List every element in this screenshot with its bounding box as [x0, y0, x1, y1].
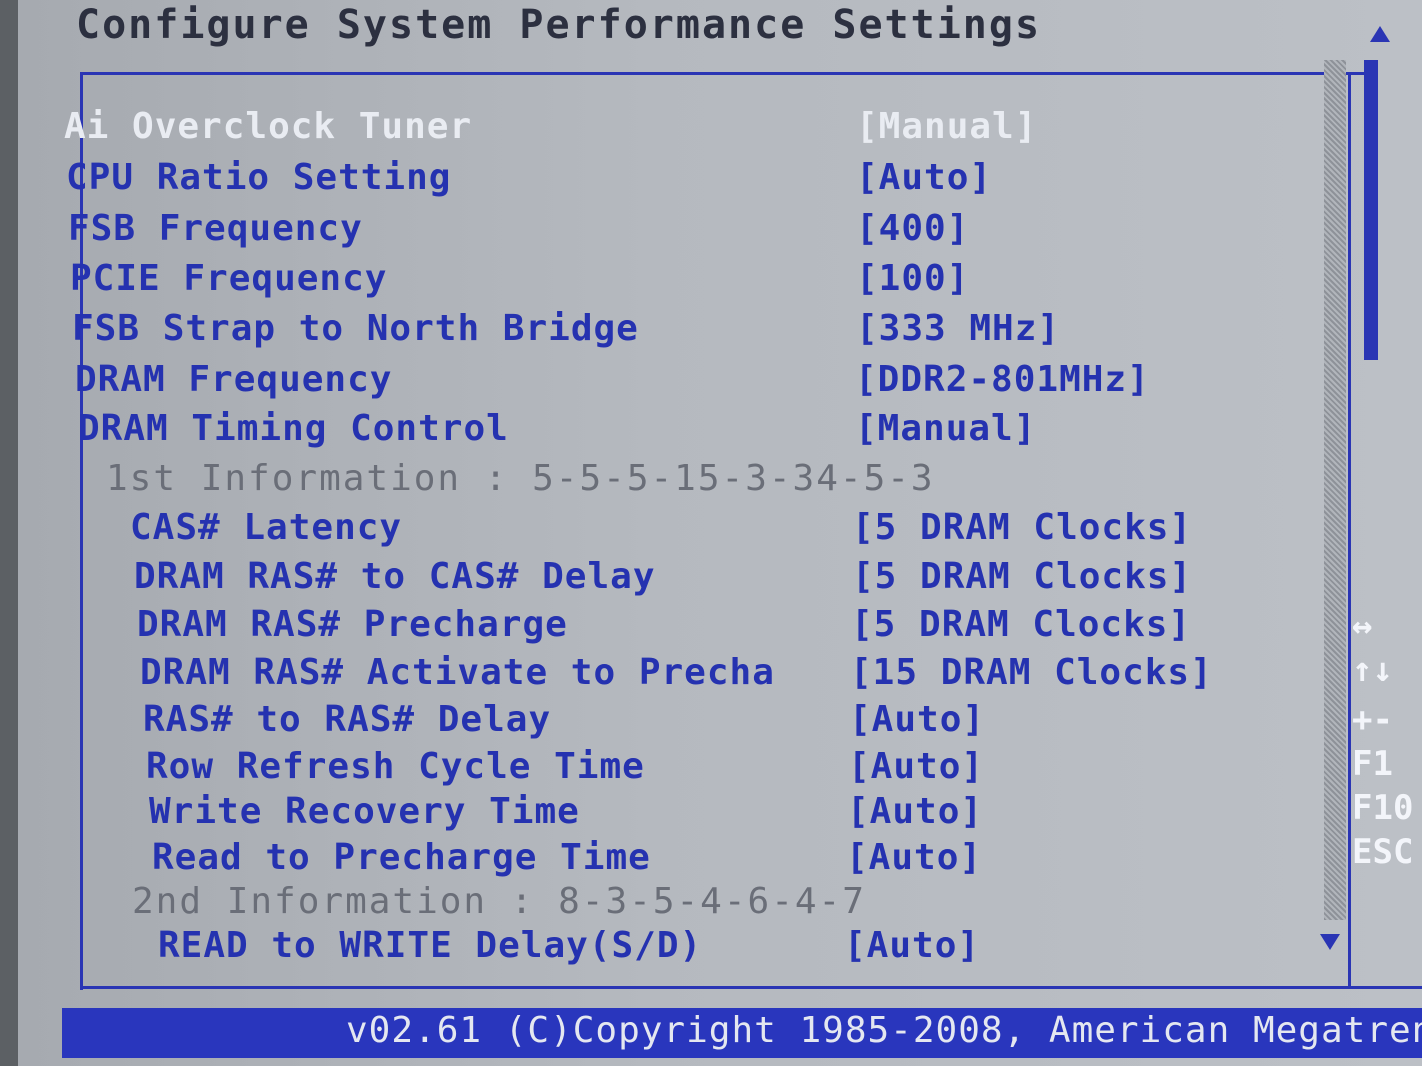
setting-label: DRAM Frequency — [75, 359, 393, 400]
scrollbar-thumb[interactable] — [1364, 60, 1378, 360]
setting-value[interactable]: [100] — [856, 258, 969, 299]
setting-value[interactable]: [Auto] — [846, 837, 982, 878]
setting-row-cpu-ratio[interactable]: CPU Ratio Setting [Auto] — [66, 157, 991, 198]
setting-label: DRAM RAS# Activate to Precha — [140, 652, 775, 693]
setting-row-ai-overclock-tuner[interactable]: Ai Overclock Tuner [Manual] — [64, 106, 1036, 147]
setting-row-ras-to-ras-delay[interactable]: RAS# to RAS# Delay [Auto] — [143, 699, 984, 740]
setting-value[interactable]: [Manual] — [856, 106, 1037, 147]
key-up-down-icon: ↑↓ — [1352, 650, 1393, 690]
scroll-up-arrow-icon[interactable] — [1370, 26, 1390, 42]
setting-row-ras-activate-to-precharge[interactable]: DRAM RAS# Activate to Precha [15 DRAM Cl… — [140, 652, 1212, 693]
key-f10: F10 — [1352, 788, 1414, 828]
setting-row-row-refresh-cycle[interactable]: Row Refresh Cycle Time [Auto] — [146, 746, 983, 787]
title-divider — [80, 72, 1370, 75]
setting-row-cas-latency[interactable]: CAS# Latency [5 DRAM Clocks] — [130, 507, 1191, 548]
panel-bottom-border — [80, 986, 1422, 989]
info-row-second: 2nd Information : 8-3-5-4-6-4-7 — [132, 881, 866, 922]
setting-label: DRAM RAS# to CAS# Delay — [134, 556, 656, 597]
key-left-right-icon: ↔ — [1352, 606, 1373, 646]
setting-value[interactable]: [Auto] — [848, 746, 984, 787]
setting-label: FSB Strap to North Bridge — [72, 308, 639, 349]
setting-row-dram-timing-control[interactable]: DRAM Timing Control [Manual] — [78, 408, 1035, 449]
setting-value[interactable]: [333 MHz] — [856, 308, 1060, 349]
info-row-first: 1st Information : 5-5-5-15-3-34-5-3 — [106, 458, 935, 499]
setting-row-pcie-frequency[interactable]: PCIE Frequency [100] — [70, 258, 968, 299]
setting-value[interactable]: [Auto] — [856, 157, 992, 198]
setting-label: FSB Frequency — [68, 208, 363, 249]
setting-row-ras-precharge[interactable]: DRAM RAS# Precharge [5 DRAM Clocks] — [137, 604, 1190, 645]
setting-value[interactable]: [Auto] — [849, 699, 985, 740]
setting-label: DRAM RAS# Precharge — [137, 604, 568, 645]
scrollbar-track[interactable] — [1324, 60, 1346, 920]
setting-row-fsb-frequency[interactable]: FSB Frequency [400] — [68, 208, 968, 249]
setting-label: PCIE Frequency — [70, 258, 388, 299]
setting-row-dram-frequency[interactable]: DRAM Frequency [DDR2-801MHz] — [75, 359, 1149, 400]
info-label: 1st Information : 5-5-5-15-3-34-5-3 — [106, 458, 935, 499]
key-f1: F1 — [1352, 744, 1393, 784]
setting-label: Read to Precharge Time — [152, 837, 651, 878]
setting-row-ras-to-cas-delay[interactable]: DRAM RAS# to CAS# Delay [5 DRAM Clocks] — [134, 556, 1191, 597]
setting-label: Ai Overclock Tuner — [64, 106, 473, 147]
copyright-text: v02.61 (C)Copyright 1985-2008, American … — [346, 1010, 1422, 1051]
setting-label: Write Recovery Time — [149, 791, 580, 832]
key-esc: ESC — [1352, 832, 1414, 872]
setting-value[interactable]: [5 DRAM Clocks] — [852, 507, 1192, 548]
setting-label: RAS# to RAS# Delay — [143, 699, 552, 740]
setting-label: READ to WRITE Delay(S/D) — [158, 925, 703, 966]
info-label: 2nd Information : 8-3-5-4-6-4-7 — [132, 881, 866, 922]
setting-label: CAS# Latency — [130, 507, 403, 548]
setting-value[interactable]: [5 DRAM Clocks] — [852, 556, 1192, 597]
key-plus-minus: +- — [1352, 700, 1393, 740]
setting-value[interactable]: [Auto] — [847, 791, 983, 832]
setting-label: DRAM Timing Control — [78, 408, 509, 449]
setting-value[interactable]: [5 DRAM Clocks] — [851, 604, 1191, 645]
scroll-down-arrow-icon[interactable] — [1320, 934, 1340, 950]
setting-value[interactable]: [400] — [856, 208, 969, 249]
setting-row-read-to-write-delay[interactable]: READ to WRITE Delay(S/D) [Auto] — [158, 925, 979, 966]
copyright-footer: v02.61 (C)Copyright 1985-2008, American … — [62, 1008, 1422, 1058]
page-title: Configure System Performance Settings — [76, 2, 1042, 48]
setting-value[interactable]: [Auto] — [844, 925, 980, 966]
setting-label: Row Refresh Cycle Time — [146, 746, 645, 787]
setting-value[interactable]: [DDR2-801MHz] — [855, 359, 1150, 400]
setting-row-write-recovery[interactable]: Write Recovery Time [Auto] — [149, 791, 982, 832]
setting-row-fsb-strap[interactable]: FSB Strap to North Bridge [333 MHz] — [72, 308, 1059, 349]
setting-value[interactable]: [Manual] — [855, 408, 1036, 449]
setting-label: CPU Ratio Setting — [66, 157, 452, 198]
panel-divider — [1348, 72, 1351, 988]
setting-value[interactable]: [15 DRAM Clocks] — [850, 652, 1213, 693]
setting-row-read-to-precharge[interactable]: Read to Precharge Time [Auto] — [152, 837, 981, 878]
